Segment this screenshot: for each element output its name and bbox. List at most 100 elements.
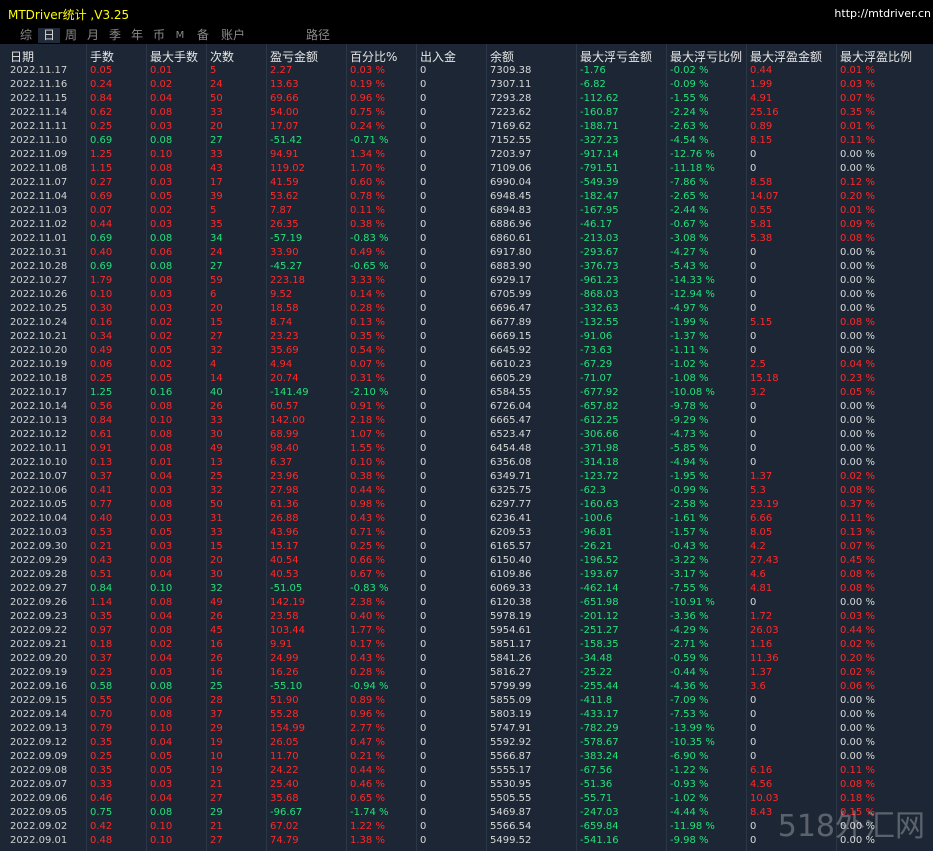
table-row[interactable]: 2022.10.11 0.91 0.08 49 98.40 1.55 % 0 6454.48 -… (0, 442, 933, 456)
table-row[interactable]: 2022.09.07 0.33 0.03 21 25.40 0.46 % 0 5530.95 -… (0, 778, 933, 792)
cell-deposit: 0 (420, 583, 427, 594)
header-max-float-loss-pct[interactable]: 最大浮亏比例 (670, 48, 742, 65)
table-row[interactable]: 2022.10.05 0.77 0.08 50 61.36 0.98 % 0 6297.77 -… (0, 498, 933, 512)
table-row[interactable]: 2022.09.16 0.58 0.08 25 -55.10 -0.94 % 0 5799.9… (0, 680, 933, 694)
table-row[interactable]: 2022.09.13 0.79 0.10 29 154.99 2.77 % 0 5747.91… (0, 722, 933, 736)
header-max-lots[interactable]: 最大手数 (150, 48, 198, 65)
table-row[interactable]: 2022.11.01 0.69 0.08 34 -57.19 -0.83 % 0 6860.6… (0, 232, 933, 246)
table-row[interactable]: 2022.11.17 0.05 0.01 5 2.27 0.03 % 0 7309.38 -1.… (0, 64, 933, 78)
header-max-float-loss[interactable]: 最大浮亏金额 (580, 48, 652, 65)
cell-deposit: 0 (420, 737, 427, 748)
table-row[interactable]: 2022.09.15 0.55 0.06 28 51.90 0.89 % 0 5855.09 -… (0, 694, 933, 708)
cell-profit: 16.26 (270, 667, 299, 678)
cell-profit: -96.67 (270, 807, 303, 818)
table-row[interactable]: 2022.10.10 0.13 0.01 13 6.37 0.10 % 0 6356.08 -3… (0, 456, 933, 470)
table-row[interactable]: 2022.11.11 0.25 0.03 20 17.07 0.24 % 0 7169.62 -… (0, 120, 933, 134)
table-row[interactable]: 2022.11.14 0.62 0.08 33 54.00 0.75 % 0 7223.62 -… (0, 106, 933, 120)
header-profit[interactable]: 盈亏金额 (270, 48, 318, 65)
table-row[interactable]: 2022.11.08 1.15 0.08 43 119.02 1.70 % 0 7109.06… (0, 162, 933, 176)
cell-trades: 24 (210, 79, 223, 90)
cell-trades: 32 (210, 485, 223, 496)
table-row[interactable]: 2022.10.17 1.25 0.16 40 -141.49 -2.10 % 0 6584.… (0, 386, 933, 400)
cell-max-float-loss-pct: -11.98 % (670, 821, 715, 832)
tab-currency[interactable]: 币 (148, 28, 170, 43)
cell-lots: 0.55 (90, 695, 113, 706)
tab-notes[interactable]: 备 (192, 28, 214, 43)
table-row[interactable]: 2022.09.09 0.25 0.05 10 11.70 0.21 % 0 5566.87 -… (0, 750, 933, 764)
header-balance[interactable]: 余额 (490, 48, 514, 65)
table-row[interactable]: 2022.10.28 0.69 0.08 27 -45.27 -0.65 % 0 6883.9… (0, 260, 933, 274)
website-link[interactable]: http://mtdriver.cn (834, 7, 931, 20)
tab-weekly[interactable]: 周 (60, 28, 82, 43)
cell-max-lots: 0.03 (150, 667, 173, 678)
cell-percent: -2.10 % (350, 387, 389, 398)
table-row[interactable]: 2022.11.09 1.25 0.10 33 94.91 1.34 % 0 7203.97 -… (0, 148, 933, 162)
table-row[interactable]: 2022.09.28 0.51 0.04 30 40.53 0.67 % 0 6109.86 -… (0, 568, 933, 582)
cell-trades: 16 (210, 667, 223, 678)
table-row[interactable]: 2022.10.31 0.40 0.06 24 33.90 0.49 % 0 6917.80 -… (0, 246, 933, 260)
tab-quarterly[interactable]: 季 (104, 28, 126, 43)
cell-max-float-loss-pct: -4.44 % (670, 807, 709, 818)
tab-account[interactable]: 账户 (216, 28, 250, 43)
table-row[interactable]: 2022.11.04 0.69 0.05 39 53.62 0.78 % 0 6948.45 -… (0, 190, 933, 204)
table-row[interactable]: 2022.09.08 0.35 0.05 19 24.22 0.44 % 0 5555.17 -… (0, 764, 933, 778)
cell-max-float-loss: -67.56 (580, 765, 613, 776)
cell-max-float-profit: 4.6 (750, 569, 766, 580)
table-row[interactable]: 2022.11.03 0.07 0.02 5 7.87 0.11 % 0 6894.83 -16… (0, 204, 933, 218)
table-row[interactable]: 2022.09.22 0.97 0.08 45 103.44 1.77 % 0 5954.61… (0, 624, 933, 638)
table-row[interactable]: 2022.10.24 0.16 0.02 15 8.74 0.13 % 0 6677.89 -1… (0, 316, 933, 330)
cell-date: 2022.09.13 (10, 723, 68, 734)
table-row[interactable]: 2022.09.21 0.18 0.02 16 9.91 0.17 % 0 5851.17 -1… (0, 638, 933, 652)
table-row[interactable]: 2022.09.26 1.14 0.08 49 142.19 2.38 % 0 6120.38… (0, 596, 933, 610)
table-row[interactable]: 2022.10.13 0.84 0.10 33 142.00 2.18 % 0 6665.47… (0, 414, 933, 428)
cell-deposit: 0 (420, 345, 427, 356)
table-row[interactable]: 2022.09.12 0.35 0.04 19 26.05 0.47 % 0 5592.92 -… (0, 736, 933, 750)
cell-max-lots: 0.02 (150, 639, 173, 650)
table-row[interactable]: 2022.10.26 0.10 0.03 6 9.52 0.14 % 0 6705.99 -86… (0, 288, 933, 302)
table-row[interactable]: 2022.10.04 0.40 0.03 31 26.88 0.43 % 0 6236.41 -… (0, 512, 933, 526)
cell-max-float-profit-pct: 0.00 % (840, 695, 875, 706)
cell-max-float-loss-pct: -7.09 % (670, 695, 709, 706)
table-row[interactable]: 2022.11.15 0.84 0.04 50 69.66 0.96 % 0 7293.28 -… (0, 92, 933, 106)
cell-max-float-loss-pct: -14.33 % (670, 275, 715, 286)
table-row[interactable]: 2022.11.16 0.24 0.02 24 13.63 0.19 % 0 7307.11 -… (0, 78, 933, 92)
table-row[interactable]: 2022.09.27 0.84 0.10 32 -51.05 -0.83 % 0 6069.3… (0, 582, 933, 596)
table-row[interactable]: 2022.11.02 0.44 0.03 35 26.35 0.38 % 0 6886.96 -… (0, 218, 933, 232)
table-row[interactable]: 2022.11.07 0.27 0.03 17 41.59 0.60 % 0 6990.04 -… (0, 176, 933, 190)
cell-max-float-loss-pct: -3.22 % (670, 555, 709, 566)
table-row[interactable]: 2022.10.12 0.61 0.08 30 68.99 1.07 % 0 6523.47 -… (0, 428, 933, 442)
table-row[interactable]: 2022.10.27 1.79 0.08 59 223.18 3.33 % 0 6929.17… (0, 274, 933, 288)
header-date[interactable]: 日期 (10, 48, 34, 65)
table-row[interactable]: 2022.10.07 0.37 0.04 25 23.96 0.38 % 0 6349.71 -… (0, 470, 933, 484)
tab-path[interactable]: 路径 (300, 28, 336, 43)
header-lots[interactable]: 手数 (90, 48, 114, 65)
table-row[interactable]: 2022.10.25 0.30 0.03 20 18.58 0.28 % 0 6696.47 -… (0, 302, 933, 316)
header-deposit[interactable]: 出入金 (420, 48, 456, 65)
table-row[interactable]: 2022.10.19 0.06 0.02 4 4.94 0.07 % 0 6610.23 -67… (0, 358, 933, 372)
cell-lots: 0.56 (90, 401, 113, 412)
tab-summary[interactable]: 综 (14, 28, 38, 43)
tab-yearly[interactable]: 年 (126, 28, 148, 43)
tab-m[interactable]: M (170, 28, 190, 43)
table-row[interactable]: 2022.10.21 0.34 0.02 27 23.23 0.35 % 0 6669.15 -… (0, 330, 933, 344)
table-row[interactable]: 2022.09.30 0.21 0.03 15 15.17 0.25 % 0 6165.57 -… (0, 540, 933, 554)
table-row[interactable]: 2022.10.06 0.41 0.03 32 27.98 0.44 % 0 6325.75 -… (0, 484, 933, 498)
table-row[interactable]: 2022.09.23 0.35 0.04 26 23.58 0.40 % 0 5978.19 -… (0, 610, 933, 624)
table-row[interactable]: 2022.10.20 0.49 0.05 32 35.69 0.54 % 0 6645.92 -… (0, 344, 933, 358)
header-trades[interactable]: 次数 (210, 48, 234, 65)
header-max-float-profit[interactable]: 最大浮盈金额 (750, 48, 822, 65)
table-row[interactable]: 2022.10.18 0.25 0.05 14 20.74 0.31 % 0 6605.29 -… (0, 372, 933, 386)
header-percent[interactable]: 百分比% (350, 48, 397, 65)
table-row[interactable]: 2022.10.14 0.56 0.08 26 60.57 0.91 % 0 6726.04 -… (0, 400, 933, 414)
tab-monthly[interactable]: 月 (82, 28, 104, 43)
table-row[interactable]: 2022.10.03 0.53 0.05 33 43.96 0.71 % 0 6209.53 -… (0, 526, 933, 540)
table-row[interactable]: 2022.09.20 0.37 0.04 26 24.99 0.43 % 0 5841.26 -… (0, 652, 933, 666)
table-row[interactable]: 2022.09.19 0.23 0.03 16 16.26 0.28 % 0 5816.27 -… (0, 666, 933, 680)
cell-lots: 0.79 (90, 723, 113, 734)
table-row[interactable]: 2022.09.14 0.70 0.08 37 55.28 0.96 % 0 5803.19 -… (0, 708, 933, 722)
header-max-float-profit-pct[interactable]: 最大浮盈比例 (840, 48, 912, 65)
tab-daily[interactable]: 日 (38, 28, 60, 43)
cell-balance: 7223.62 (490, 107, 532, 118)
table-row[interactable]: 2022.11.10 0.69 0.08 27 -51.42 -0.71 % 0 7152.5… (0, 134, 933, 148)
table-row[interactable]: 2022.09.29 0.43 0.08 20 40.54 0.66 % 0 6150.40 -… (0, 554, 933, 568)
